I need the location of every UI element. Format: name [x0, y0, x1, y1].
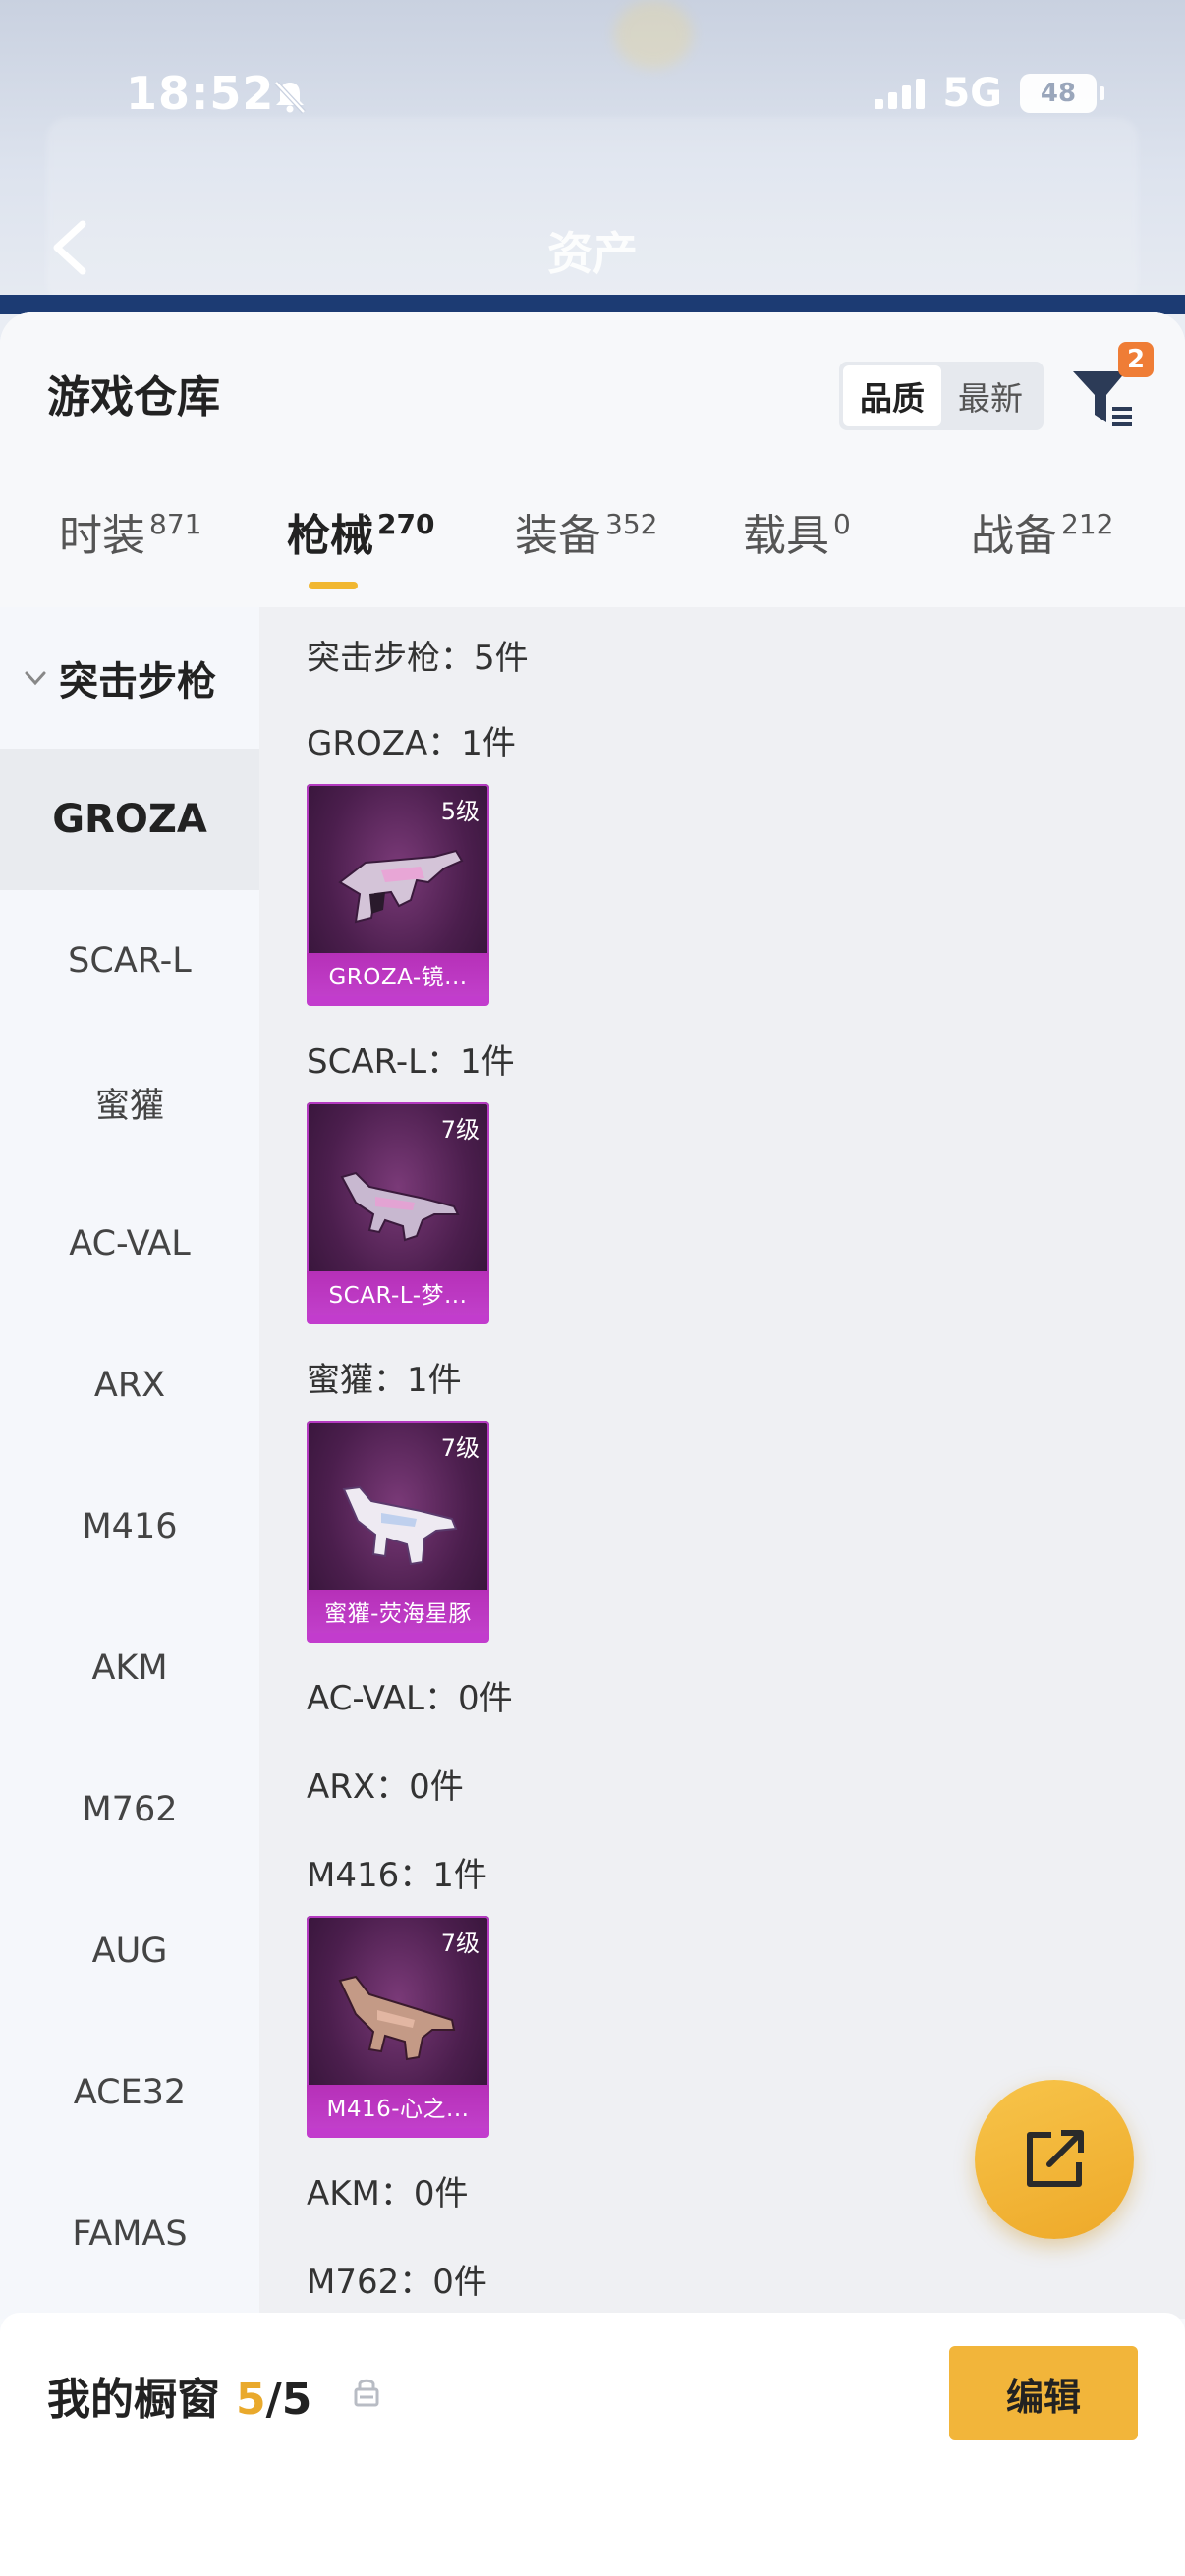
sidebar-item-scar-l[interactable]: SCAR-L — [0, 890, 259, 1032]
tab-count: 352 — [605, 508, 658, 540]
tab-label: 时装 — [59, 511, 145, 561]
tab-label: 枪械 — [287, 511, 373, 561]
showcase-count: 5 — [236, 2375, 266, 2425]
weapon-list: 突击步枪：5件 GROZA：1件 5级 GROZA-镜... SCAR-L：1件… — [259, 607, 1185, 2319]
weapon-heading-honey-badger: 蜜獾：1件 — [307, 1360, 462, 1400]
edit-button[interactable]: 编辑 — [949, 2346, 1138, 2440]
category-tabs: 时装 871 枪械 270 装备 352 载具 0 战备 212 — [0, 499, 1185, 607]
signal-icon — [875, 78, 926, 109]
filter-count-badge: 2 — [1118, 342, 1154, 377]
skin-level: 7级 — [440, 1434, 480, 1462]
sheet-header: 游戏仓库 品质 最新 2 时装 871 枪械 270 装备 352 载具 0 战… — [0, 312, 1185, 607]
sidebar-item-m762[interactable]: M762 — [0, 1739, 259, 1880]
skin-card-scar-l[interactable]: 7级 SCAR-L-梦... — [307, 1102, 489, 1324]
background-header: 18:52 5G 48 资产 — [0, 0, 1185, 314]
active-tab-indicator — [309, 582, 358, 589]
skin-name: 蜜獾-荧海星豚 — [307, 1590, 489, 1633]
skin-card-groza[interactable]: 5级 GROZA-镜... — [307, 784, 489, 1006]
weapon-type-sidebar: 突击步枪 GROZA SCAR-L 蜜獾 AC-VAL ARX M416 AKM… — [0, 607, 259, 2319]
tab-equipment[interactable]: 装备 352 — [515, 499, 657, 597]
skin-card-m416[interactable]: 7级 M416-心之... — [307, 1916, 489, 2138]
tab-count: 212 — [1061, 508, 1114, 540]
skin-level: 5级 — [440, 798, 480, 825]
scar-l-skin-image — [340, 1171, 460, 1242]
weapon-heading-m416: M416：1件 — [307, 1855, 487, 1895]
skin-level: 7级 — [440, 1930, 480, 1957]
tab-label: 战备 — [971, 511, 1057, 561]
sidebar-item-ac-val[interactable]: AC-VAL — [0, 1173, 259, 1315]
sidebar-item-akm[interactable]: AKM — [0, 1597, 259, 1739]
tab-tactical[interactable]: 战备 212 — [971, 499, 1113, 597]
sidebar-item-arx[interactable]: ARX — [0, 1315, 259, 1456]
sort-segmented-control: 品质 最新 — [839, 362, 1044, 430]
showcase-bar: 我的橱窗 5 / 5 编辑 — [0, 2313, 1185, 2576]
weapon-heading-m762: M762：0件 — [307, 2262, 487, 2302]
skin-name: SCAR-L-梦... — [307, 1271, 489, 1315]
showcase-label: 我的橱窗 5 / 5 — [47, 2364, 311, 2427]
warehouse-sheet: 游戏仓库 品质 最新 2 时装 871 枪械 270 装备 352 载具 0 战… — [0, 312, 1185, 2576]
sidebar-group-assault-rifle[interactable]: 突击步枪 — [0, 607, 259, 749]
tab-label: 装备 — [515, 511, 601, 561]
sidebar-item-famas[interactable]: FAMAS — [0, 2163, 259, 2305]
honey-badger-skin-image — [342, 1485, 458, 1566]
tab-count: 270 — [377, 508, 435, 540]
sidebar-item-groza[interactable]: GROZA — [0, 749, 259, 890]
network-type: 5G — [942, 71, 1002, 116]
chevron-down-icon — [25, 671, 46, 686]
showcase-total: 5 — [281, 2375, 312, 2425]
skin-level: 7级 — [440, 1116, 480, 1144]
sidebar-item-aug[interactable]: AUG — [0, 1880, 259, 2022]
skin-card-honey-badger[interactable]: 7级 蜜獾-荧海星豚 — [307, 1421, 489, 1643]
background-strip — [0, 295, 1185, 314]
lock-icon — [354, 2379, 379, 2407]
sidebar-item-m416[interactable]: M416 — [0, 1456, 259, 1597]
skin-name: GROZA-镜... — [307, 953, 489, 996]
sheet-title: 游戏仓库 — [47, 372, 220, 422]
sidebar-item-honey-badger[interactable]: 蜜獾 — [0, 1032, 259, 1173]
tab-count: 871 — [149, 508, 202, 540]
sort-option-quality[interactable]: 品质 — [843, 365, 941, 426]
groza-skin-image — [338, 849, 464, 924]
weapon-heading-groza: GROZA：1件 — [307, 723, 516, 763]
share-button[interactable] — [975, 2080, 1134, 2239]
weapon-heading-arx: ARX：0件 — [307, 1766, 464, 1807]
page-title: 资产 — [547, 227, 638, 280]
weapon-heading-scar-l: SCAR-L：1件 — [307, 1041, 515, 1082]
battery-level: 48 — [1040, 79, 1077, 108]
group-heading: 突击步枪：5件 — [307, 638, 529, 678]
skin-name: M416-心之... — [307, 2085, 489, 2128]
tab-vehicles[interactable]: 载具 0 — [743, 499, 851, 597]
tab-count: 0 — [833, 508, 851, 540]
background-decoration — [614, 0, 693, 69]
status-time: 18:52 — [126, 67, 275, 120]
share-icon — [1027, 2130, 1084, 2187]
battery-icon: 48 — [1020, 74, 1104, 113]
sort-option-newest[interactable]: 最新 — [941, 365, 1040, 426]
showcase-separator: / — [265, 2375, 282, 2425]
showcase-title: 我的橱窗 — [47, 2375, 220, 2425]
bell-muted-icon — [274, 81, 306, 114]
tab-fashion[interactable]: 时装 871 — [59, 499, 201, 597]
tab-label: 载具 — [743, 511, 829, 561]
m416-skin-image — [338, 1975, 456, 2061]
weapon-heading-ac-val: AC-VAL：0件 — [307, 1678, 513, 1718]
status-indicators: 5G 48 — [875, 71, 1104, 116]
sidebar-group-label: 突击步枪 — [59, 659, 216, 704]
sidebar-item-ace32[interactable]: ACE32 — [0, 2022, 259, 2163]
